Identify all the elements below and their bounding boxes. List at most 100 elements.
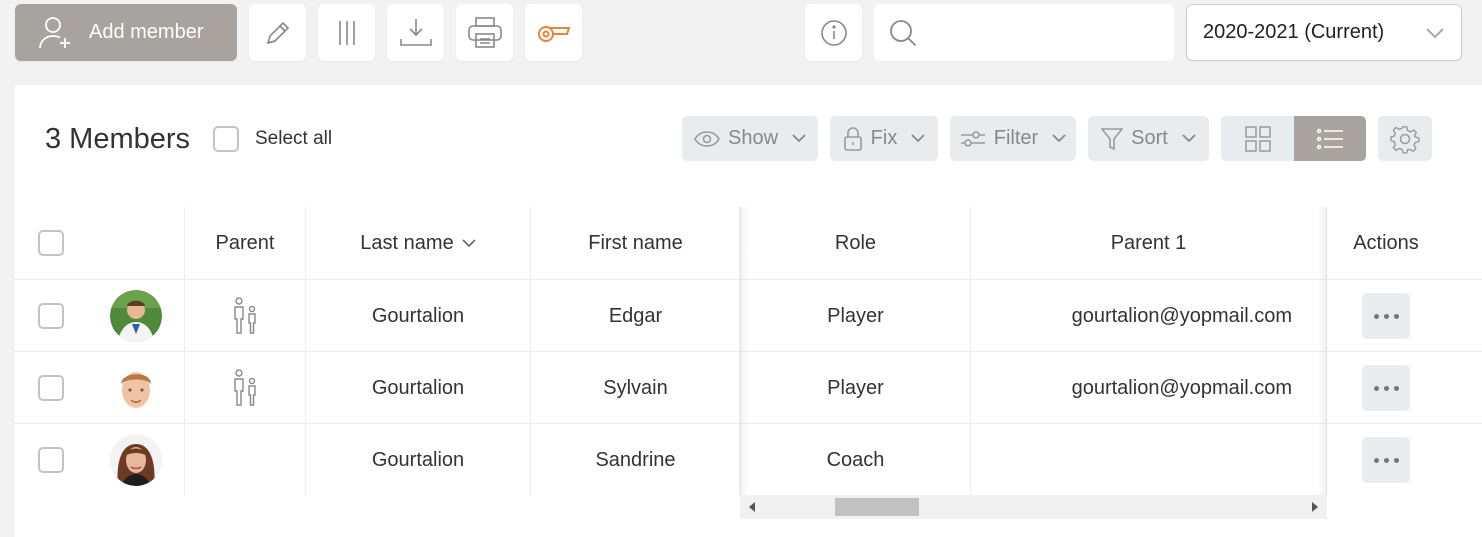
eye-icon xyxy=(694,130,720,147)
more-actions-button[interactable] xyxy=(1362,365,1410,411)
row-checkbox[interactable] xyxy=(38,303,64,329)
whistle-icon xyxy=(537,25,570,42)
sort-label: Sort xyxy=(1131,127,1168,149)
sort-desc-icon xyxy=(462,238,476,247)
row-checkbox[interactable] xyxy=(38,375,64,401)
members-table: Parent Last name First name Role Parent … xyxy=(15,207,1482,537)
scrollbar-thumb[interactable] xyxy=(835,498,919,516)
filter-button[interactable]: Filter xyxy=(950,116,1076,161)
avatar-cell xyxy=(87,424,185,496)
columns-icon xyxy=(338,20,355,45)
header-parent[interactable]: Parent xyxy=(185,207,306,279)
fix-button[interactable]: Fix xyxy=(830,116,938,161)
scroll-right-arrow-icon[interactable] xyxy=(1312,502,1318,512)
season-select[interactable]: 2020-2021 (Current) xyxy=(1186,4,1462,61)
more-icon xyxy=(1393,313,1399,319)
search-icon xyxy=(890,19,917,46)
download-button[interactable] xyxy=(387,4,444,61)
more-icon xyxy=(1383,457,1389,463)
first-name-cell: Sandrine xyxy=(531,424,741,496)
row-checkbox-cell xyxy=(15,280,87,352)
grid-view-icon xyxy=(1244,125,1271,152)
season-selected-value: 2020-2021 (Current) xyxy=(1203,21,1385,43)
more-icon xyxy=(1373,313,1379,319)
actions-cell xyxy=(1327,352,1445,424)
more-icon xyxy=(1373,385,1379,391)
chevron-down-icon xyxy=(1426,27,1444,38)
more-icon xyxy=(1373,457,1379,463)
search-box xyxy=(874,4,1174,61)
header-role-label: Role xyxy=(834,231,877,254)
parent1-cell: gourtalion@yopmail.com xyxy=(971,352,1327,424)
header-parent-label: Parent xyxy=(215,231,275,254)
header-first-name-label: First name xyxy=(588,231,683,254)
row-checkbox[interactable] xyxy=(38,447,64,473)
show-label: Show xyxy=(727,127,779,149)
select-all[interactable]: Select all xyxy=(213,126,332,152)
info-icon xyxy=(820,19,847,46)
header-first-name[interactable]: First name xyxy=(531,207,741,279)
horizontal-scrollbar[interactable] xyxy=(740,495,1327,519)
sliders-icon xyxy=(960,130,985,147)
parent-cell xyxy=(185,424,306,496)
role-cell: Player xyxy=(741,280,971,352)
family-icon xyxy=(234,297,256,334)
search-input[interactable] xyxy=(928,12,1174,53)
avatar xyxy=(109,290,162,342)
fix-label: Fix xyxy=(870,127,898,149)
columns-button[interactable] xyxy=(318,4,375,61)
printer-icon xyxy=(467,16,502,48)
pencil-icon xyxy=(266,21,289,44)
header-select-checkbox[interactable] xyxy=(38,230,64,256)
header-last-name[interactable]: Last name xyxy=(306,207,531,279)
row-checkbox-cell xyxy=(15,424,87,496)
filter-label: Filter xyxy=(993,127,1039,149)
parent-cell xyxy=(185,280,306,352)
members-panel: 3 Members Select all Show Fix Filter Sor… xyxy=(15,85,1482,537)
sort-button[interactable]: Sort xyxy=(1088,116,1209,161)
more-icon xyxy=(1393,457,1399,463)
show-button[interactable]: Show xyxy=(682,116,818,161)
actions-cell xyxy=(1327,424,1445,496)
parent1-cell xyxy=(971,424,1327,496)
row-checkbox-cell xyxy=(15,352,87,424)
select-all-checkbox[interactable] xyxy=(213,126,239,152)
chevron-down-icon xyxy=(911,134,925,143)
list-view-button[interactable] xyxy=(1294,116,1366,161)
more-icon xyxy=(1383,385,1389,391)
header-role[interactable]: Role xyxy=(741,207,971,279)
funnel-icon xyxy=(1101,127,1124,150)
edit-button[interactable] xyxy=(249,4,306,61)
more-actions-button[interactable] xyxy=(1362,293,1410,339)
more-icon xyxy=(1383,313,1389,319)
gear-icon xyxy=(1390,125,1420,154)
first-name-cell: Edgar xyxy=(531,280,741,352)
first-name-cell: Sylvain xyxy=(531,352,741,424)
family-icon xyxy=(234,369,256,406)
grid-view-button[interactable] xyxy=(1221,116,1294,161)
header-parent1[interactable]: Parent 1 xyxy=(971,207,1327,279)
role-cell: Player xyxy=(741,352,971,424)
scroll-left-arrow-icon[interactable] xyxy=(749,502,755,512)
role-cell: Coach xyxy=(741,424,971,496)
actions-column-shadow xyxy=(1317,207,1327,497)
select-all-label: Select all xyxy=(255,128,333,149)
print-button[interactable] xyxy=(456,4,513,61)
header-parent1-label: Parent 1 xyxy=(1110,231,1187,254)
add-member-button[interactable]: Add member xyxy=(15,4,237,61)
last-name-cell: Gourtalion xyxy=(306,424,531,496)
last-name-cell: Gourtalion xyxy=(306,280,531,352)
chevron-down-icon xyxy=(1182,134,1196,143)
members-count: 3 Members xyxy=(45,123,191,155)
avatar xyxy=(109,434,162,486)
parent1-cell: gourtalion@yopmail.com xyxy=(971,280,1327,352)
header-actions: Actions xyxy=(1327,207,1445,279)
info-button[interactable] xyxy=(805,4,862,61)
more-icon xyxy=(1393,385,1399,391)
settings-button[interactable] xyxy=(1378,116,1432,161)
more-actions-button[interactable] xyxy=(1362,437,1410,483)
parent-cell xyxy=(185,352,306,424)
header-actions-label: Actions xyxy=(1353,231,1419,254)
whistle-button[interactable] xyxy=(525,4,582,61)
add-member-label: Add member xyxy=(89,21,204,43)
